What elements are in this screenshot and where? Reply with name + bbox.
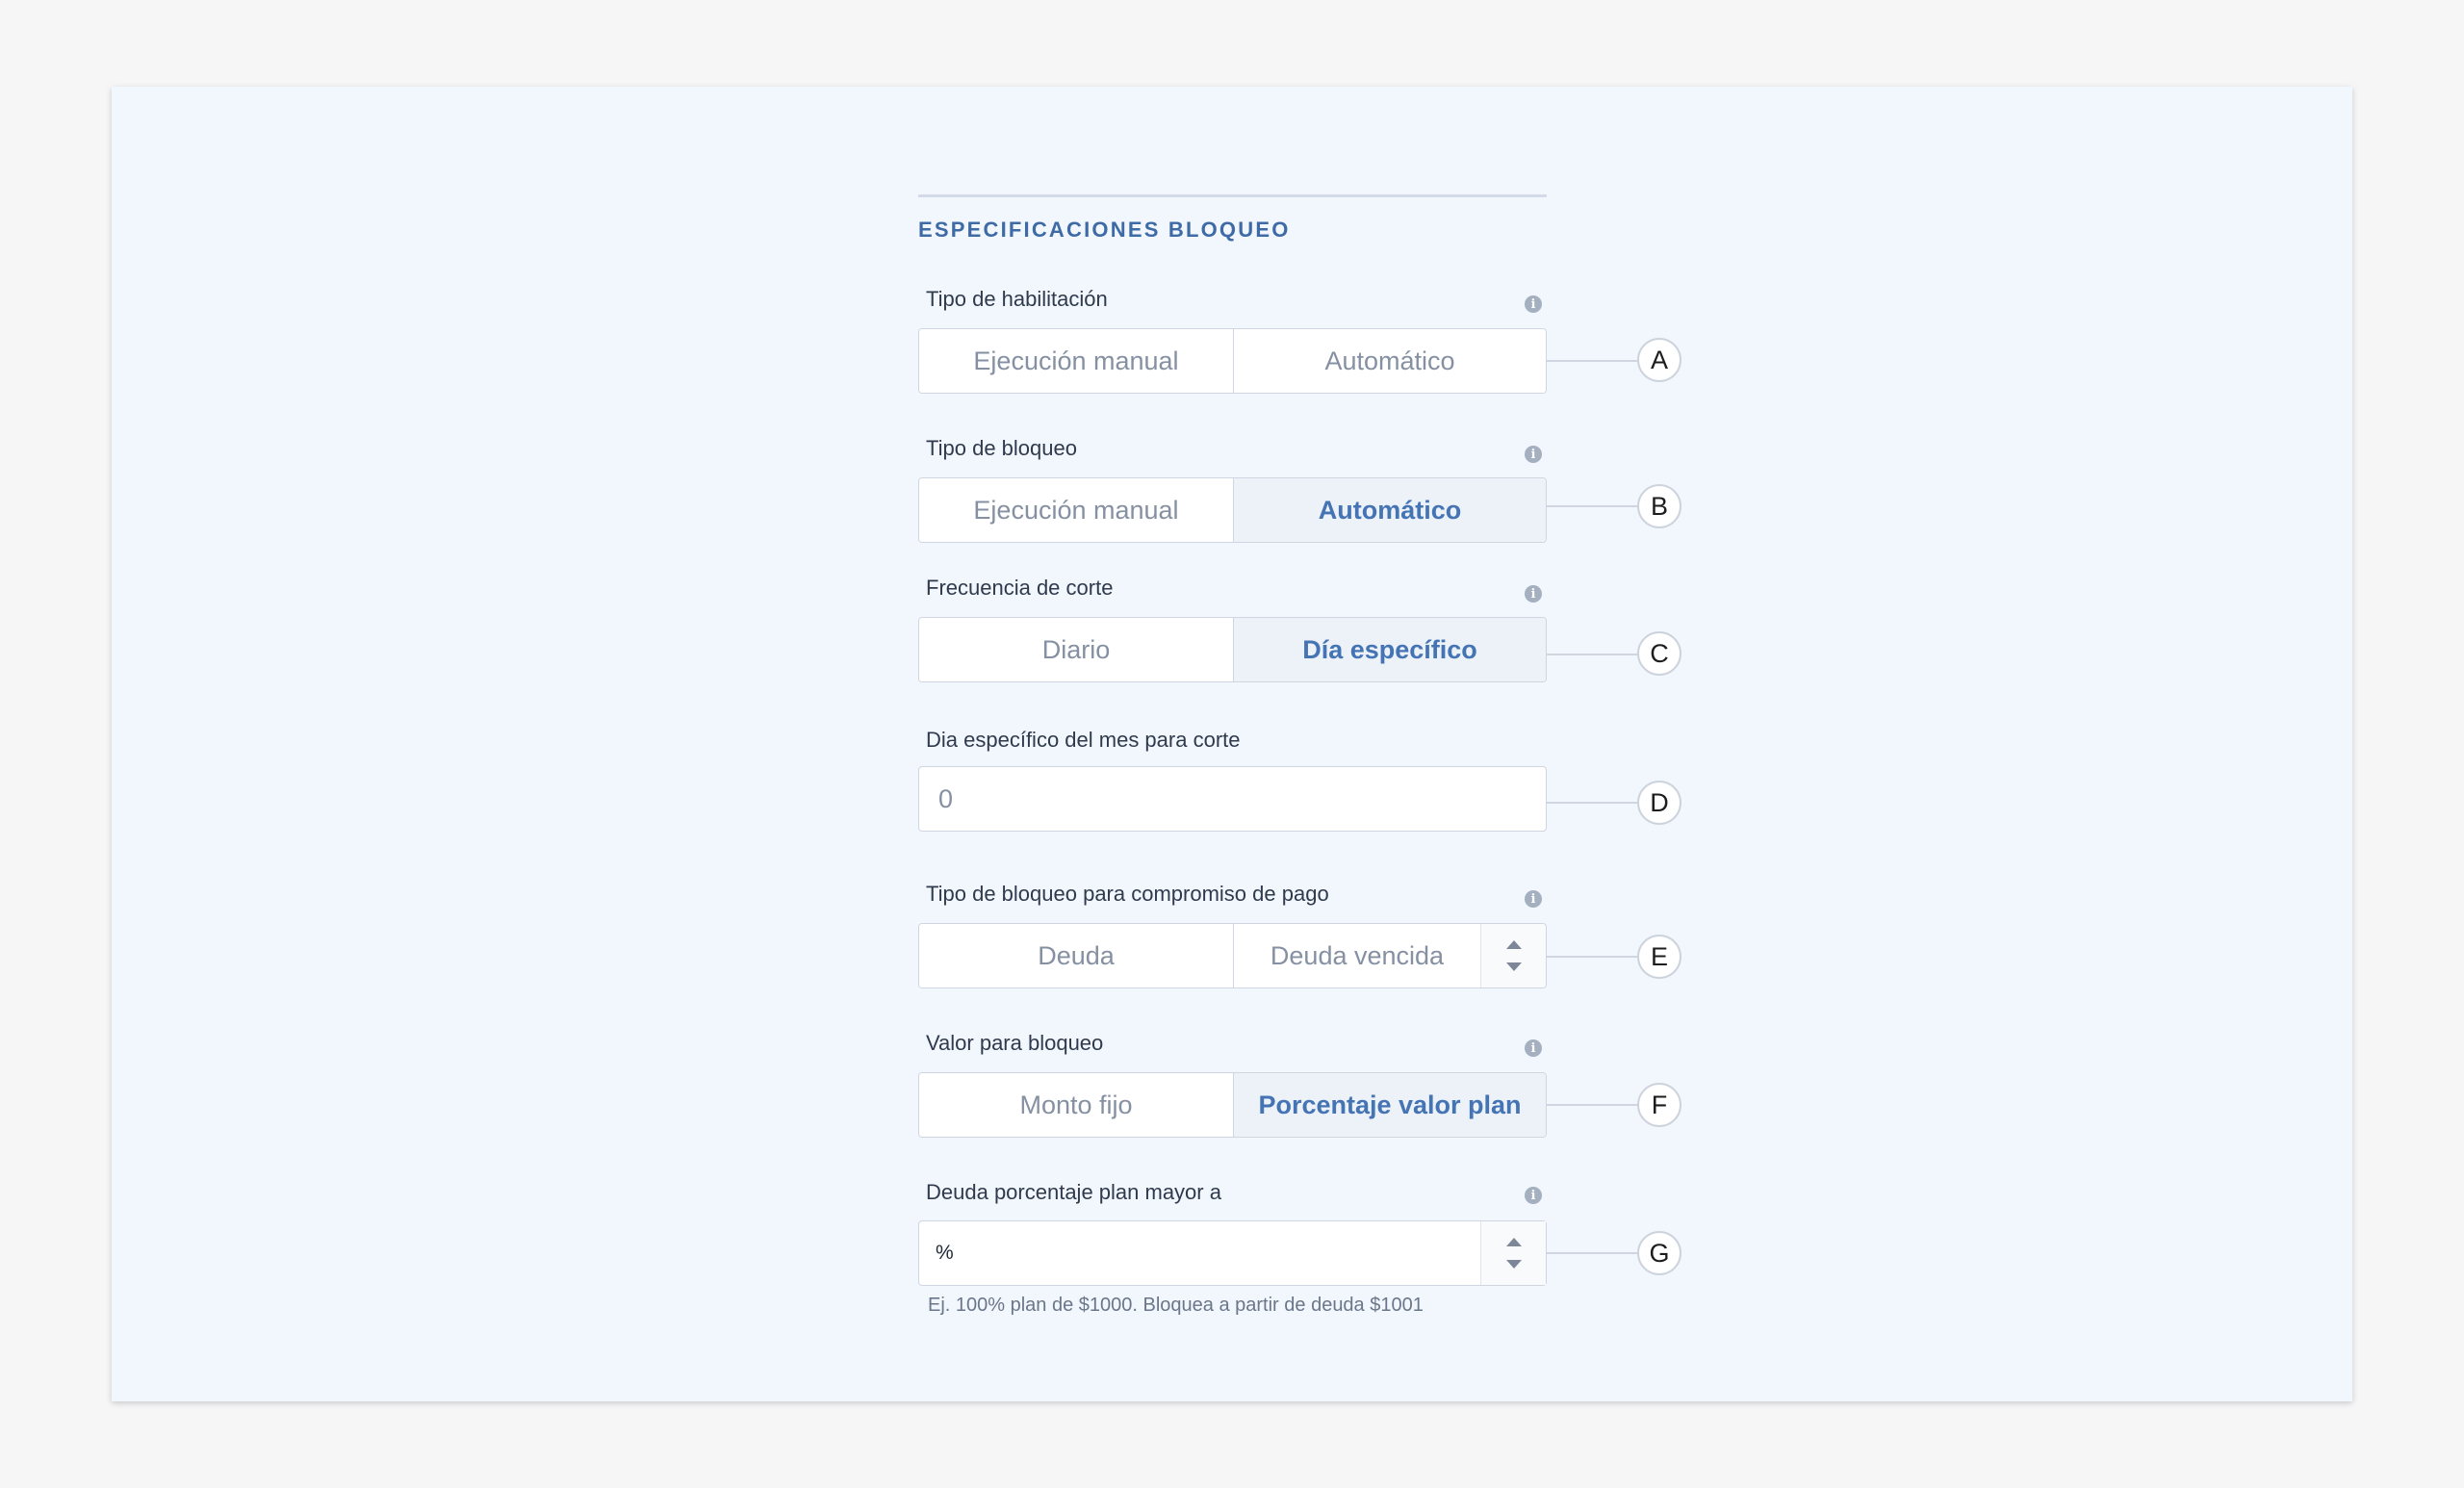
valor-label: Valor para bloqueo: [926, 1031, 1104, 1055]
callout-marker: B: [1637, 484, 1681, 528]
porcentaje-input[interactable]: %: [918, 1220, 1547, 1286]
callout-marker: E: [1637, 935, 1681, 979]
caret-up-icon[interactable]: [1505, 1238, 1522, 1246]
compromiso-toggle: Deuda Deuda vencida: [918, 923, 1547, 988]
frecuencia-option-diario[interactable]: Diario: [919, 618, 1233, 681]
callout-marker: A: [1637, 338, 1681, 382]
info-icon[interactable]: i: [1525, 295, 1542, 313]
habilitacion-option-automatico[interactable]: Automático: [1233, 329, 1546, 393]
connector-line: [1547, 1104, 1639, 1106]
callout-marker: G: [1637, 1231, 1681, 1275]
caret-down-icon[interactable]: [1505, 1260, 1522, 1269]
info-icon[interactable]: i: [1525, 1039, 1542, 1057]
valor-option-monto-fijo[interactable]: Monto fijo: [919, 1073, 1233, 1137]
bloqueo-option-automatico[interactable]: Automático: [1233, 478, 1546, 542]
info-icon[interactable]: i: [1525, 585, 1542, 603]
bloqueo-toggle: Ejecución manual Automático: [918, 477, 1547, 543]
info-icon[interactable]: i: [1525, 446, 1542, 463]
valor-toggle: Monto fijo Porcentaje valor plan: [918, 1072, 1547, 1138]
porcentaje-spinner: [1480, 1221, 1546, 1285]
bloqueo-label: Tipo de bloqueo: [926, 436, 1077, 460]
caret-down-icon[interactable]: [1505, 962, 1522, 971]
dia-label: Dia específico del mes para corte: [926, 728, 1241, 752]
dia-input[interactable]: 0: [918, 766, 1547, 832]
caret-up-icon[interactable]: [1505, 940, 1522, 949]
info-icon[interactable]: i: [1525, 1187, 1542, 1204]
section-divider: [918, 194, 1547, 197]
callout-marker: D: [1637, 781, 1681, 825]
connector-line: [1547, 956, 1639, 958]
frecuencia-option-dia-especifico[interactable]: Día específico: [1233, 618, 1546, 681]
callout-marker: F: [1637, 1083, 1681, 1127]
porcentaje-help-text: Ej. 100% plan de $1000. Bloquea a partir…: [928, 1295, 1424, 1316]
bloqueo-option-manual[interactable]: Ejecución manual: [919, 478, 1233, 542]
habilitacion-label: Tipo de habilitación: [926, 287, 1108, 311]
section-title: ESPECIFICACIONES BLOQUEO: [918, 218, 1291, 242]
compromiso-label: Tipo de bloqueo para compromiso de pago: [926, 882, 1329, 906]
compromiso-spinner: [1480, 924, 1546, 988]
callout-marker: C: [1637, 631, 1681, 676]
connector-line: [1547, 505, 1639, 507]
compromiso-option-deuda[interactable]: Deuda: [919, 924, 1233, 988]
valor-option-porcentaje[interactable]: Porcentaje valor plan: [1233, 1073, 1546, 1137]
porcentaje-input-value: %: [936, 1242, 954, 1264]
connector-line: [1547, 654, 1639, 655]
dia-input-placeholder: 0: [938, 783, 954, 813]
frecuencia-toggle: Diario Día específico: [918, 617, 1547, 682]
connector-line: [1547, 360, 1639, 362]
connector-line: [1547, 1252, 1639, 1254]
connector-line: [1547, 802, 1639, 804]
habilitacion-option-manual[interactable]: Ejecución manual: [919, 329, 1233, 393]
info-icon[interactable]: i: [1525, 890, 1542, 908]
frecuencia-label: Frecuencia de corte: [926, 576, 1114, 600]
habilitacion-toggle: Ejecución manual Automático: [918, 328, 1547, 394]
compromiso-option-deuda-vencida[interactable]: Deuda vencida: [1233, 924, 1480, 988]
porcentaje-label: Deuda porcentaje plan mayor a: [926, 1180, 1221, 1204]
